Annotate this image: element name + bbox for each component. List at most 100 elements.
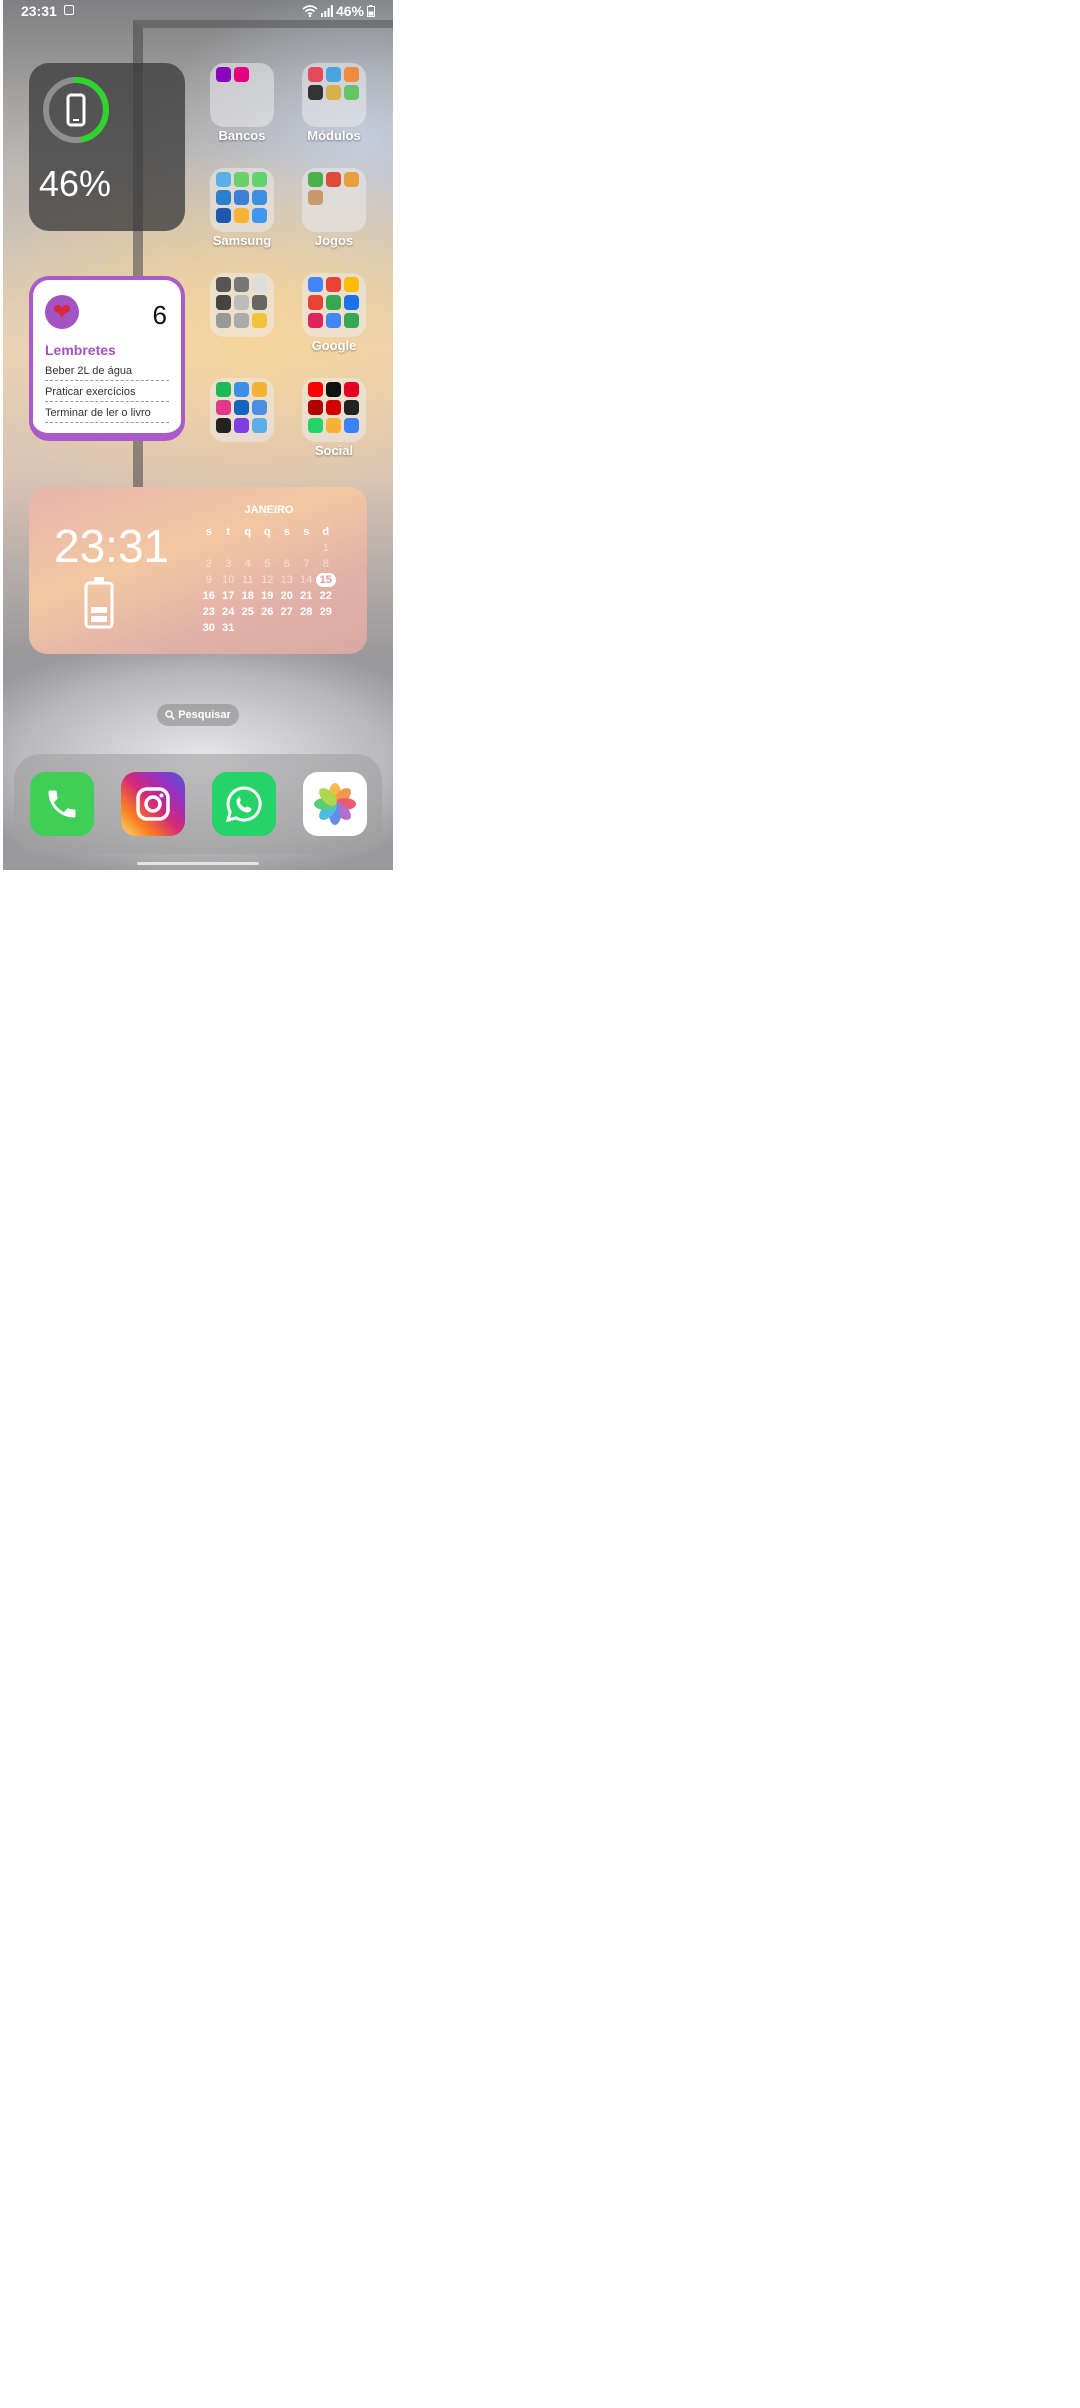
app-folder[interactable] <box>302 273 366 337</box>
app-folder[interactable] <box>302 63 366 127</box>
app-folder[interactable] <box>210 63 274 127</box>
heart-icon: ❤ <box>45 295 79 329</box>
app-icon <box>252 418 267 433</box>
app-icon <box>308 277 323 292</box>
calendar-day[interactable]: 20 <box>277 589 297 603</box>
app-icon <box>234 190 249 205</box>
widget-time: 23:31 <box>54 520 170 572</box>
calendar-day[interactable]: 8 <box>316 557 336 571</box>
app-icon <box>344 400 359 415</box>
calendar-day[interactable]: 17 <box>219 589 239 603</box>
app-icon <box>308 172 323 187</box>
dock <box>14 754 382 854</box>
phone-app-icon[interactable] <box>30 772 94 836</box>
calendar-day[interactable]: 11 <box>238 573 258 587</box>
battery-percent: 46% <box>39 163 112 204</box>
calendar-day[interactable]: 22 <box>316 589 336 603</box>
app-icon <box>234 295 249 310</box>
calendar-day[interactable]: 1 <box>316 541 336 555</box>
app-icon <box>326 85 341 100</box>
app-icon <box>216 295 231 310</box>
calendar-day[interactable]: 4 <box>238 557 258 571</box>
wifi-icon <box>302 5 318 17</box>
whatsapp-app-icon[interactable] <box>212 772 276 836</box>
calendar-today[interactable]: 15 <box>316 573 336 587</box>
reminder-item[interactable]: Beber 2L de água <box>45 365 169 381</box>
app-folder[interactable] <box>302 378 366 442</box>
notification-icon <box>64 5 74 15</box>
app-folder[interactable] <box>302 168 366 232</box>
app-icon <box>216 382 231 397</box>
calendar-day[interactable]: 31 <box>219 621 239 635</box>
app-icon <box>252 295 267 310</box>
calendar-day[interactable]: 21 <box>297 589 317 603</box>
home-indicator[interactable] <box>137 862 259 865</box>
nubank-icon <box>216 67 231 82</box>
app-folder[interactable] <box>210 273 274 337</box>
search-label: Pesquisar <box>178 709 231 721</box>
calendar-day[interactable]: 26 <box>258 605 278 619</box>
calendar-weekday: d <box>322 526 330 538</box>
calendar-day[interactable]: 30 <box>199 621 219 635</box>
app-icon <box>234 277 249 292</box>
calendar-weekday: t <box>226 526 231 538</box>
folder-label: Módulos <box>307 128 361 143</box>
reminders-title: Lembretes <box>45 342 116 358</box>
app-icon <box>234 382 249 397</box>
calendar-day[interactable]: 16 <box>199 589 219 603</box>
reminders-widget[interactable]: ❤ 6 Lembretes Beber 2L de água Praticar … <box>29 276 185 441</box>
app-icon <box>326 400 341 415</box>
app-icon <box>326 67 341 82</box>
app-icon <box>308 313 323 328</box>
app-icon <box>252 382 267 397</box>
calendar-day[interactable]: 13 <box>277 573 297 587</box>
calendar-day[interactable]: 7 <box>297 557 317 571</box>
calendar-day[interactable]: 9 <box>199 573 219 587</box>
calendar-day[interactable]: 2 <box>199 557 219 571</box>
calendar-day[interactable]: 29 <box>316 605 336 619</box>
signal-icon <box>320 5 333 17</box>
calendar-day[interactable]: 25 <box>238 605 258 619</box>
app-folder[interactable] <box>210 378 274 442</box>
reminder-item[interactable]: Terminar de ler o livro <box>45 407 169 423</box>
status-bar: 23:31 46% <box>3 0 393 22</box>
calendar-day[interactable]: 14 <box>297 573 317 587</box>
calendar-month: JANEIRO <box>244 504 294 516</box>
instagram-app-icon[interactable] <box>121 772 185 836</box>
app-icon <box>326 313 341 328</box>
app-icon <box>216 208 231 223</box>
calendar-day[interactable]: 27 <box>277 605 297 619</box>
app-icon <box>344 313 359 328</box>
app-folder[interactable] <box>210 168 274 232</box>
calendar-day <box>238 541 258 555</box>
calendar-day[interactable]: 23 <box>199 605 219 619</box>
calendar-weekday: q <box>263 526 271 538</box>
reminder-item[interactable]: Praticar exercícios <box>45 386 169 402</box>
calendar-day[interactable]: 19 <box>258 589 278 603</box>
search-icon <box>165 710 176 720</box>
calendar-day[interactable]: 24 <box>219 605 239 619</box>
app-icon <box>252 313 267 328</box>
c6-icon <box>234 67 249 82</box>
clock-calendar-widget[interactable]: 23:31 JANEIRO s t q q s s d 1 2 3 4 5 6 7 8 9 10 11 12 13 14… <box>29 487 367 654</box>
calendar-grid: s t q q s s d 1 2 3 4 5 6 7 8 9 10 11 12 13 14 15 16 17 18 19 20 21… <box>199 525 339 635</box>
app-icon <box>326 382 341 397</box>
app-icon <box>308 418 323 433</box>
photos-app-icon[interactable] <box>303 772 367 836</box>
calendar-weekday: q <box>244 526 252 538</box>
calendar-day[interactable]: 28 <box>297 605 317 619</box>
app-icon <box>344 277 359 292</box>
calendar-day[interactable]: 12 <box>258 573 278 587</box>
app-icon <box>326 277 341 292</box>
calendar-day[interactable]: 3 <box>219 557 239 571</box>
search-button[interactable]: Pesquisar <box>157 704 239 726</box>
calendar-day[interactable]: 10 <box>219 573 239 587</box>
battery-ring <box>43 77 109 143</box>
calendar-day[interactable]: 5 <box>258 557 278 571</box>
app-icon <box>326 172 341 187</box>
battery-widget[interactable]: 46% <box>29 63 185 231</box>
calendar-day[interactable]: 6 <box>277 557 297 571</box>
app-icon <box>326 418 341 433</box>
app-icon <box>344 172 359 187</box>
calendar-day[interactable]: 18 <box>238 589 258 603</box>
